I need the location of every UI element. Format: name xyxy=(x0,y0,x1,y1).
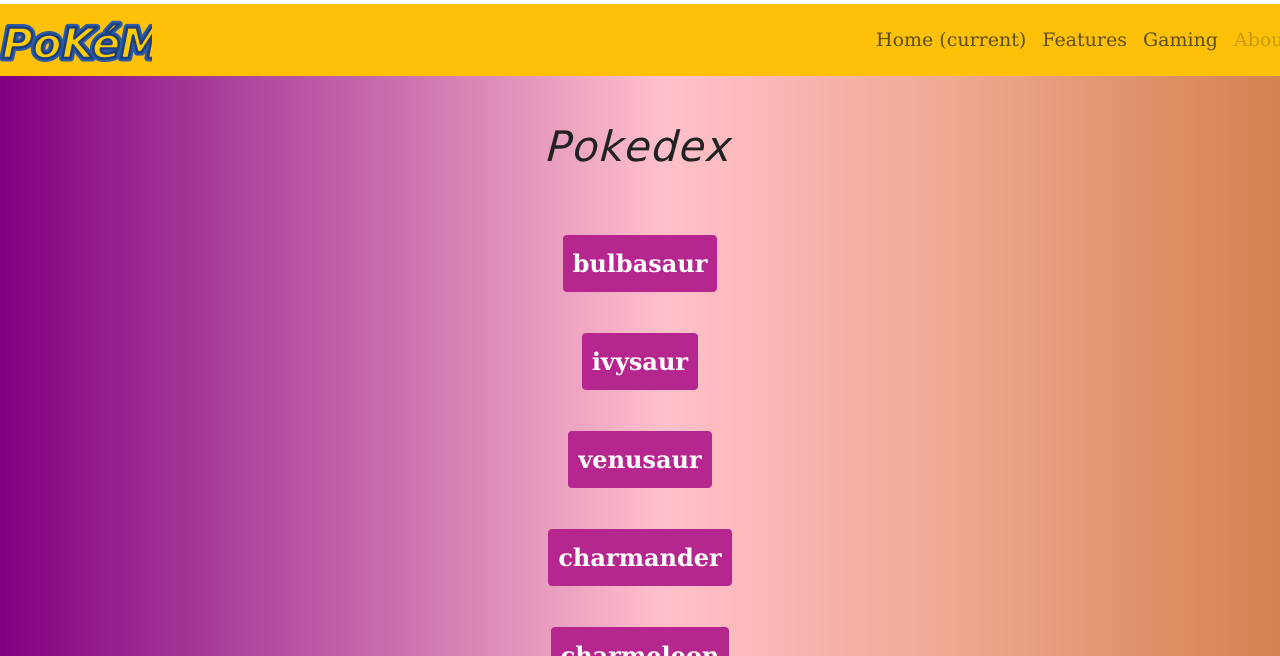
pokemon-logo-icon: PoKéMoN PoKéMoN xyxy=(0,16,230,72)
pokemon-button-charmeleon[interactable]: charmeleon xyxy=(550,627,730,656)
pokemon-button-ivysaur[interactable]: ivysaur xyxy=(581,333,699,390)
nav-links: Home (current) Features Gaming About xyxy=(868,4,1280,76)
nav-link-home[interactable]: Home (current) xyxy=(868,29,1034,51)
svg-text:PoKéMoN: PoKéMoN xyxy=(2,19,152,68)
pokemon-button-bulbasaur[interactable]: bulbasaur xyxy=(562,235,718,292)
nav-link-about[interactable]: About xyxy=(1226,29,1280,51)
pokemon-list: bulbasaur ivysaur venusaur charmander ch… xyxy=(0,235,1280,656)
pokemon-button-venusaur[interactable]: venusaur xyxy=(568,431,712,488)
nav-link-features[interactable]: Features xyxy=(1034,29,1135,51)
pokemon-logo[interactable]: PoKéMoN PoKéMoN xyxy=(0,12,230,72)
nav-link-gaming[interactable]: Gaming xyxy=(1135,29,1226,51)
navbar: PoKéMoN PoKéMoN Home (current) Features … xyxy=(0,4,1280,76)
page-title: Pokedex xyxy=(545,122,735,171)
pokemon-button-charmander[interactable]: charmander xyxy=(548,529,732,586)
